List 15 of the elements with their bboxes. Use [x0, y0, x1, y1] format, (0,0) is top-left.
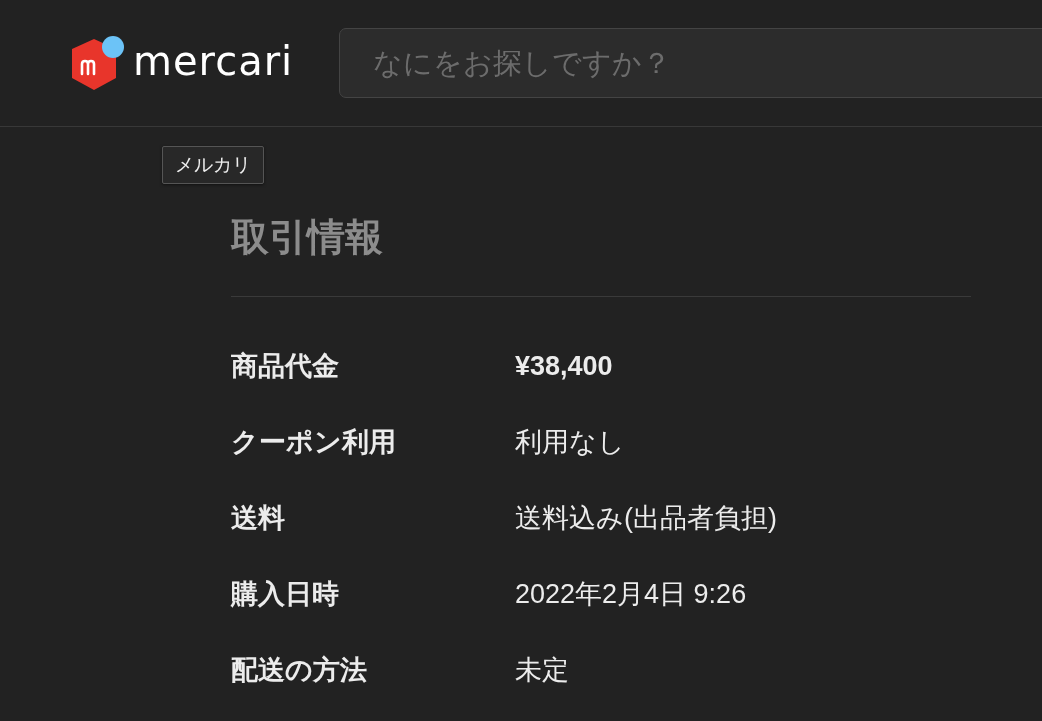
cube-logo-icon — [70, 34, 124, 92]
tooltip: メルカリ — [162, 146, 264, 184]
row-label: 商品代金 — [231, 350, 340, 383]
row-label: 配送の方法 — [231, 654, 368, 687]
row-value: 利用なし — [515, 426, 626, 459]
section-title: 取引情報 — [231, 215, 384, 260]
row-label: 送料 — [231, 502, 286, 535]
row-value: 2022年2月4日 9:26 — [515, 578, 748, 611]
price-value: ¥38,400 — [515, 350, 614, 383]
row-label: 購入日時 — [231, 578, 340, 611]
row-value: 送料込み(出品者負担) — [515, 502, 778, 535]
logo-wordmark[interactable]: mercari — [133, 41, 294, 85]
row-label: クーポン利用 — [231, 426, 397, 459]
search-field[interactable]: なにをお探しですか？ — [339, 28, 1042, 98]
row-value: 未定 — [515, 654, 570, 687]
